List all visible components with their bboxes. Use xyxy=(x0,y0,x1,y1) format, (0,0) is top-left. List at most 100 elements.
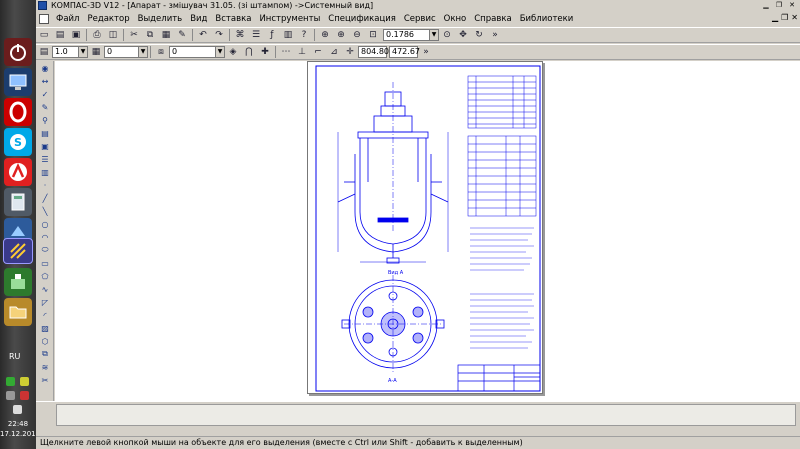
dimensions-icon[interactable]: ↔ xyxy=(38,75,52,87)
calculator-icon[interactable] xyxy=(4,188,32,216)
help-icon[interactable]: ? xyxy=(297,28,311,42)
clock[interactable]: 22:48 17.12.2011 xyxy=(0,419,40,439)
zoom-level-combo[interactable]: 0.1786 ▼ xyxy=(383,29,439,41)
cut-icon[interactable]: ✂ xyxy=(127,28,141,42)
fillet-icon[interactable]: ◜ xyxy=(38,309,52,321)
menu-specification[interactable]: Спецификация xyxy=(324,14,400,24)
drawing-sheet[interactable]: Вид А А-А xyxy=(307,61,543,394)
doc-restore-icon[interactable]: ❐ xyxy=(781,13,788,22)
snap-icon[interactable]: ✚ xyxy=(258,45,272,59)
cursor-coords-icon[interactable]: ✛ xyxy=(343,45,357,59)
segment-icon[interactable]: ╲ xyxy=(38,205,52,217)
equidistant-icon[interactable]: ≋ xyxy=(38,361,52,373)
parametrization-icon[interactable]: ⚲ xyxy=(38,114,52,126)
zoom-previous-icon[interactable]: ⊙ xyxy=(440,28,454,42)
document-icon[interactable] xyxy=(39,14,49,24)
coord-x-field[interactable]: 804.80 xyxy=(358,46,389,58)
volume-icon[interactable] xyxy=(13,405,22,414)
menu-tools[interactable]: Инструменты xyxy=(255,14,324,24)
undo-icon[interactable]: ↶ xyxy=(196,28,210,42)
layer-combo[interactable]: 0 ▼ xyxy=(104,46,148,58)
coord-y-field[interactable]: 472.67 xyxy=(389,46,420,58)
hatch-icon[interactable]: ▨ xyxy=(38,322,52,334)
tray-icon[interactable] xyxy=(20,377,29,386)
refresh-icon[interactable]: ↻ xyxy=(472,28,486,42)
menu-libraries[interactable]: Библиотеки xyxy=(516,14,578,24)
variables-icon[interactable]: ƒ xyxy=(265,28,279,42)
offset-icon[interactable]: ⧉ xyxy=(38,348,52,360)
new-document-icon[interactable]: ▭ xyxy=(37,28,51,42)
menu-view[interactable]: Вид xyxy=(186,14,211,24)
properties-icon[interactable]: ☰ xyxy=(249,28,263,42)
geometry-icon[interactable]: ◉ xyxy=(38,62,52,74)
zoom-window-icon[interactable]: ⊕ xyxy=(318,28,332,42)
opera-icon[interactable] xyxy=(4,98,32,126)
layer-manager-icon[interactable]: ◈ xyxy=(226,45,240,59)
chamfer-icon[interactable]: ◸ xyxy=(38,296,52,308)
preview-icon[interactable]: ◫ xyxy=(106,28,120,42)
skype-icon[interactable]: S xyxy=(4,128,32,156)
drawing-canvas[interactable]: Вид А А-А xyxy=(55,61,800,401)
select-icon[interactable]: ▣ xyxy=(38,140,52,152)
circle-icon[interactable]: ○ xyxy=(38,218,52,230)
zoom-in-icon[interactable]: ⊕ xyxy=(334,28,348,42)
rectangle-icon[interactable]: ▭ xyxy=(38,257,52,269)
open-icon[interactable]: ▤ xyxy=(53,28,67,42)
grid-icon[interactable]: ⋯ xyxy=(279,45,293,59)
round-icon[interactable]: ⊿ xyxy=(327,45,341,59)
kompas-icon[interactable] xyxy=(3,238,33,264)
spline-icon[interactable]: ∿ xyxy=(38,283,52,295)
zoom-out-icon[interactable]: ⊖ xyxy=(350,28,364,42)
more-tools-icon[interactable]: » xyxy=(488,28,502,42)
library-icon[interactable]: ▥ xyxy=(281,28,295,42)
language-indicator[interactable]: RU xyxy=(9,352,20,361)
tray-icon[interactable] xyxy=(6,377,15,386)
tray-icon[interactable] xyxy=(6,391,15,400)
trim-icon[interactable]: ✂ xyxy=(38,374,52,386)
computer-icon[interactable] xyxy=(4,68,32,96)
symbols-icon[interactable]: ✓ xyxy=(38,88,52,100)
folder-icon[interactable] xyxy=(4,298,32,326)
line-style-icon[interactable]: ▤ xyxy=(37,45,51,59)
spec-icon[interactable]: ☰ xyxy=(38,153,52,165)
menu-service[interactable]: Сервис xyxy=(400,14,440,24)
copy-icon[interactable]: ⧉ xyxy=(143,28,157,42)
view-state-icon[interactable]: ⧈ xyxy=(154,45,168,59)
reports-icon[interactable]: ▥ xyxy=(38,166,52,178)
save-icon[interactable]: ▣ xyxy=(69,28,83,42)
maximize-icon[interactable]: ❐ xyxy=(773,1,785,10)
tray-icon[interactable] xyxy=(20,391,29,400)
doc-close-icon[interactable]: ✕ xyxy=(791,13,798,22)
contour-icon[interactable]: ⬡ xyxy=(38,335,52,347)
menu-edit[interactable]: Редактор xyxy=(83,14,133,24)
tree-icon[interactable]: ⌘ xyxy=(233,28,247,42)
title-bar[interactable]: КОМПАС-3D V12 - [Апарат - змішувач 31.05… xyxy=(36,0,800,11)
local-cs-icon[interactable]: ⌐ xyxy=(311,45,325,59)
zoom-fit-icon[interactable]: ⊡ xyxy=(366,28,380,42)
close-icon[interactable]: ✕ xyxy=(786,1,798,10)
ellipse-icon[interactable]: ⬭ xyxy=(38,244,52,256)
paste-icon[interactable]: ▦ xyxy=(159,28,173,42)
menu-file[interactable]: Файл xyxy=(52,14,83,24)
layer-icon[interactable]: ▦ xyxy=(89,45,103,59)
polygon-icon[interactable]: ⬠ xyxy=(38,270,52,282)
doc-minimize-icon[interactable]: ▁ xyxy=(772,13,778,22)
format-painter-icon[interactable]: ✎ xyxy=(175,28,189,42)
line-width-combo[interactable]: 1.0 ▼ xyxy=(52,46,88,58)
point-icon[interactable]: · xyxy=(38,179,52,191)
menu-insert[interactable]: Вставка xyxy=(211,14,255,24)
line-icon[interactable]: ╱ xyxy=(38,192,52,204)
menu-help[interactable]: Справка xyxy=(470,14,515,24)
orthogonal-icon[interactable]: ⊥ xyxy=(295,45,309,59)
editing-icon[interactable]: ✎ xyxy=(38,101,52,113)
minimize-icon[interactable]: ▁ xyxy=(760,1,772,10)
more-tools-icon[interactable]: » xyxy=(419,45,433,59)
style-combo[interactable]: 0 ▼ xyxy=(169,46,225,58)
arc-icon[interactable]: ◠ xyxy=(38,231,52,243)
pan-icon[interactable]: ✥ xyxy=(456,28,470,42)
measure-icon[interactable]: ▤ xyxy=(38,127,52,139)
redo-icon[interactable]: ↷ xyxy=(212,28,226,42)
app-icon-green[interactable] xyxy=(4,268,32,296)
print-icon[interactable]: ⎙ xyxy=(90,28,104,42)
avira-icon[interactable] xyxy=(4,158,32,186)
